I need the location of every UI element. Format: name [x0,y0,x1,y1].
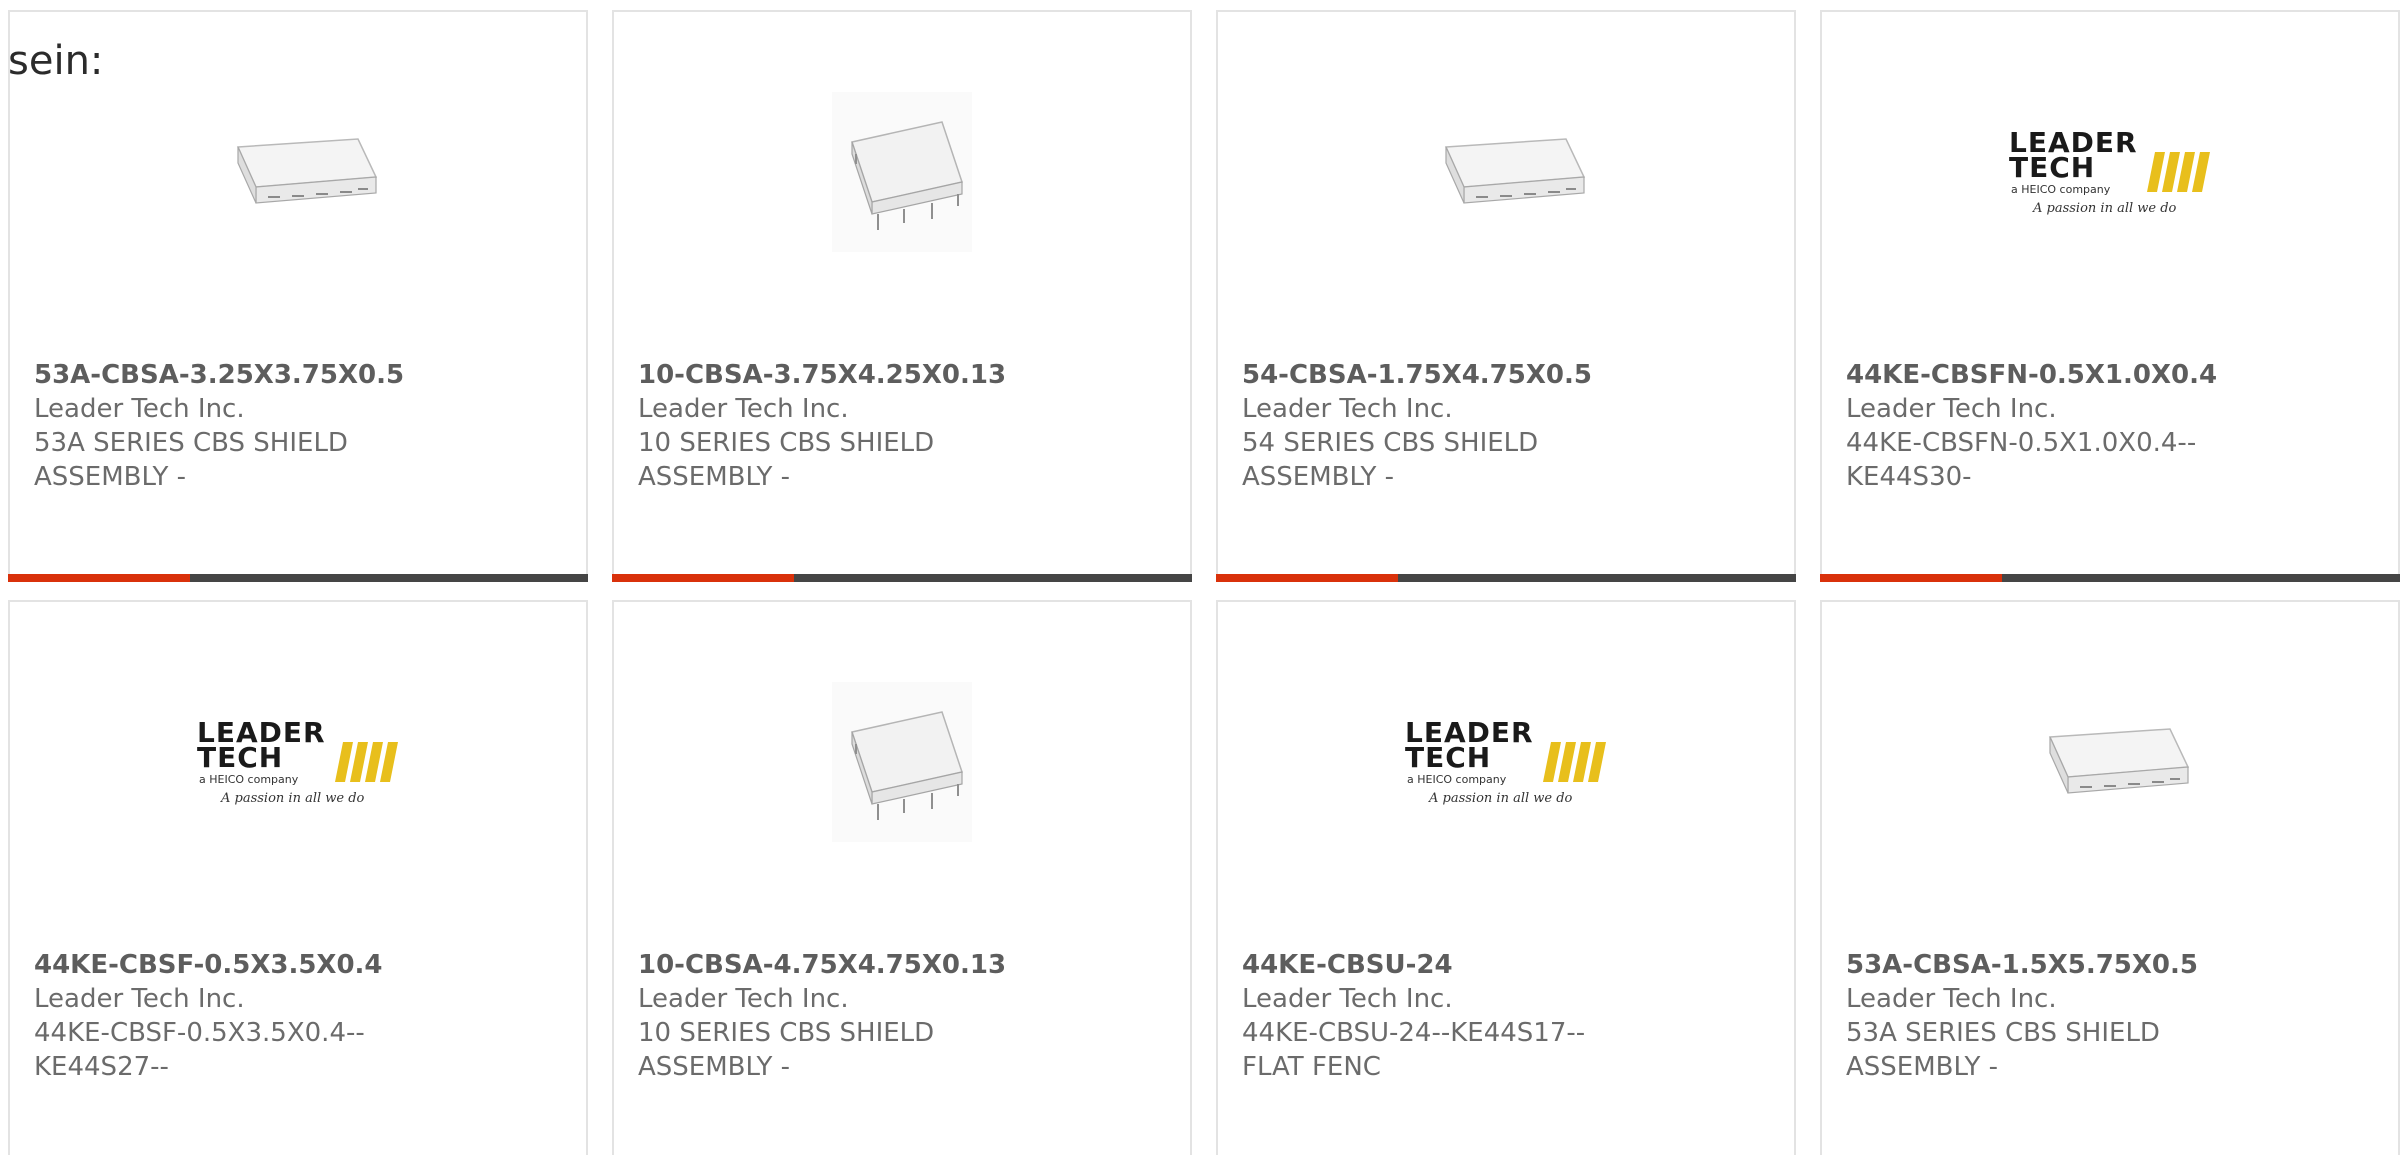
product-info: 10-CBSA-3.75X4.25X0.13 Leader Tech Inc. … [638,358,1038,494]
product-card[interactable]: 10-CBSA-3.75X4.25X0.13 Leader Tech Inc. … [612,10,1192,582]
logo-script: A passion in all we do [2032,201,2177,216]
manufacturer-label: Leader Tech Inc. [638,394,849,424]
part-number-link[interactable]: 54-CBSA-1.75X4.75X0.5 [1242,358,1642,392]
description-label: 10 SERIES CBS SHIELD ASSEMBLY - [638,1018,935,1082]
description-label: 54 SERIES CBS SHIELD ASSEMBLY - [1242,428,1539,492]
product-info: 53A-CBSA-3.25X3.75X0.5 Leader Tech Inc. … [34,358,434,494]
product-card[interactable]: 53A-CBSA-3.25X3.75X0.5 Leader Tech Inc. … [8,10,588,582]
part-number-link[interactable]: 44KE-CBSU-24 [1242,948,1642,982]
card-footer-bar [612,574,1192,582]
product-info: 44KE-CBSFN-0.5X1.0X0.4 Leader Tech Inc. … [1846,358,2246,494]
part-number-link[interactable]: 53A-CBSA-1.5X5.75X0.5 [1846,948,2246,982]
accent-bar [1216,574,1398,582]
description-label: 44KE-CBSFN-0.5X1.0X0.4--KE44S30- [1846,428,2197,492]
logo-tagline: a HEICO company [1407,773,1507,786]
description-label: 53A SERIES CBS SHIELD ASSEMBLY - [34,428,348,492]
leader-tech-logo: LEADER TECH a HEICO company A passion in… [1822,72,2398,272]
manufacturer-label: Leader Tech Inc. [34,394,245,424]
intro-label: sein: [8,38,104,84]
accent-bar [8,574,190,582]
product-card[interactable]: LEADER TECH a HEICO company A passion in… [1820,10,2400,582]
accent-bar [1820,574,2002,582]
description-label: 53A SERIES CBS SHIELD ASSEMBLY - [1846,1018,2160,1082]
card-footer-bar [1216,574,1796,582]
manufacturer-label: Leader Tech Inc. [638,984,849,1014]
part-number-link[interactable]: 10-CBSA-3.75X4.25X0.13 [638,358,1038,392]
flat-shield-image [10,72,586,272]
product-info: 10-CBSA-4.75X4.75X0.13 Leader Tech Inc. … [638,948,1038,1084]
product-card[interactable]: 10-CBSA-4.75X4.75X0.13 Leader Tech Inc. … [612,600,1192,1155]
product-card[interactable]: LEADER TECH a HEICO company A passion in… [8,600,588,1155]
accent-bar [612,574,794,582]
product-info: 53A-CBSA-1.5X5.75X0.5 Leader Tech Inc. 5… [1846,948,2246,1084]
manufacturer-label: Leader Tech Inc. [1242,984,1453,1014]
description-label: 44KE-CBSF-0.5X3.5X0.4--KE44S27-- [34,1018,365,1082]
part-number-link[interactable]: 44KE-CBSFN-0.5X1.0X0.4 [1846,358,2246,392]
product-info: 44KE-CBSF-0.5X3.5X0.4 Leader Tech Inc. 4… [34,948,434,1084]
part-number-link[interactable]: 53A-CBSA-3.25X3.75X0.5 [34,358,434,392]
part-number-link[interactable]: 44KE-CBSF-0.5X3.5X0.4 [34,948,434,982]
product-info: 44KE-CBSU-24 Leader Tech Inc. 44KE-CBSU-… [1242,948,1642,1084]
manufacturer-label: Leader Tech Inc. [1846,984,2057,1014]
flat-shield-image [1218,72,1794,272]
logo-tagline: a HEICO company [199,773,299,786]
leader-tech-logo: LEADER TECH a HEICO company A passion in… [1218,662,1794,862]
manufacturer-label: Leader Tech Inc. [1846,394,2057,424]
pin-shield-image [614,72,1190,272]
logo-line2: TECH [197,741,283,774]
product-info: 54-CBSA-1.75X4.75X0.5 Leader Tech Inc. 5… [1242,358,1642,494]
manufacturer-label: Leader Tech Inc. [34,984,245,1014]
manufacturer-label: Leader Tech Inc. [1242,394,1453,424]
logo-line2: TECH [2009,151,2095,184]
card-footer-bar [1820,574,2400,582]
product-card[interactable]: LEADER TECH a HEICO company A passion in… [1216,600,1796,1155]
pin-shield-image [614,662,1190,862]
product-grid-page: 53A-CBSA-3.25X3.75X0.5 Leader Tech Inc. … [0,0,2400,1155]
leader-tech-logo: LEADER TECH a HEICO company A passion in… [10,662,586,862]
flat-shield-image [1822,662,2398,862]
product-card[interactable]: 53A-CBSA-1.5X5.75X0.5 Leader Tech Inc. 5… [1820,600,2400,1155]
description-label: 44KE-CBSU-24--KE44S17--FLAT FENC [1242,1018,1586,1082]
logo-tagline: a HEICO company [2011,183,2111,196]
logo-script: A passion in all we do [1428,791,1573,806]
part-number-link[interactable]: 10-CBSA-4.75X4.75X0.13 [638,948,1038,982]
description-label: 10 SERIES CBS SHIELD ASSEMBLY - [638,428,935,492]
logo-line2: TECH [1405,741,1491,774]
logo-script: A passion in all we do [220,791,365,806]
product-card[interactable]: 54-CBSA-1.75X4.75X0.5 Leader Tech Inc. 5… [1216,10,1796,582]
card-footer-bar [8,574,588,582]
